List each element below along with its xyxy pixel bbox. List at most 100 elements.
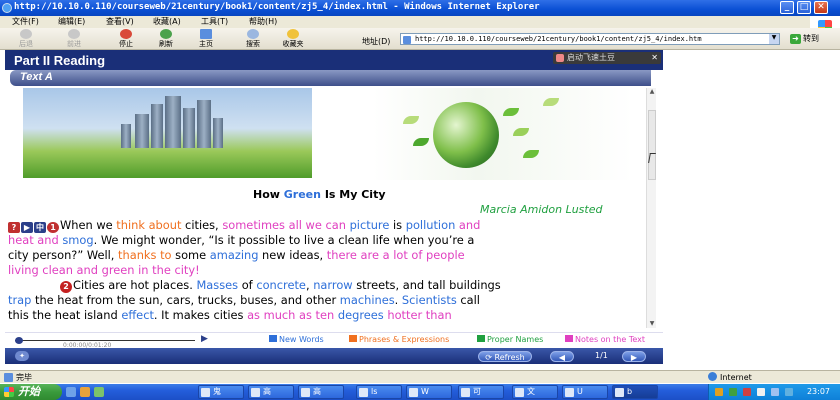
refresh-page-button[interactable]: ⟳ Refresh <box>478 351 532 362</box>
stop-button[interactable]: 停止 <box>114 29 138 48</box>
taskbar-item[interactable]: 可 <box>458 385 504 399</box>
taskbar-item[interactable]: 鬼 <box>198 385 244 399</box>
author-name[interactable]: Marcia Amidon Lusted <box>480 203 602 216</box>
back-label: 后退 <box>19 40 33 48</box>
new-word[interactable]: degrees <box>338 308 384 322</box>
play-icon[interactable]: ▶ <box>21 222 33 233</box>
page-header: Part II Reading 启动飞速土豆 ✕ <box>5 50 663 70</box>
question-icon[interactable]: ? <box>8 222 20 233</box>
forward-button[interactable]: 前进 <box>62 29 86 48</box>
page-navigation-bar: ✦ ⟳ Refresh ◀ 1/1 ▶ <box>5 348 663 364</box>
seek-handle[interactable] <box>15 337 23 344</box>
start-button[interactable]: 开始 <box>0 384 62 400</box>
menu-file[interactable]: 文件(F) <box>12 16 39 28</box>
tray-icon[interactable] <box>757 388 765 396</box>
new-word[interactable]: Masses <box>196 278 238 292</box>
windows-flag-icon <box>4 387 14 397</box>
taskbar-item[interactable]: 高 <box>298 385 344 399</box>
quicklaunch-icon[interactable] <box>80 387 90 397</box>
note[interactable]: hotter than <box>387 308 451 322</box>
audio-seek-bar[interactable] <box>15 337 195 344</box>
minimize-button[interactable]: _ <box>780 1 794 14</box>
go-label: 转到 <box>803 34 819 43</box>
taskbar-item[interactable]: 文 <box>512 385 558 399</box>
close-icon[interactable]: ✕ <box>651 52 658 64</box>
note[interactable]: living clean and green in the city! <box>8 263 200 277</box>
paragraph-number-2: 2 <box>60 281 72 293</box>
page-icon <box>4 373 13 382</box>
volume-icon[interactable] <box>771 388 779 396</box>
new-word[interactable]: smog <box>62 233 93 247</box>
translate-icon[interactable]: 中 <box>34 222 46 233</box>
taskbar-item[interactable]: U <box>562 385 608 399</box>
quicklaunch-ie-icon[interactable] <box>66 387 76 397</box>
stop-icon <box>120 29 132 39</box>
launcher-button[interactable]: 启动飞速土豆 ✕ <box>553 52 661 64</box>
taskbar-item-active[interactable]: b <box>612 385 658 399</box>
maximize-button[interactable]: □ <box>797 1 811 14</box>
note[interactable]: and <box>455 218 480 232</box>
address-bar[interactable]: http://10.10.0.110/courseweb/21century/b… <box>400 33 780 45</box>
browser-toolbar: 后退 前进 停止 刷新 主页 搜索 收藏夹 地址(D) http://10.10… <box>0 28 840 50</box>
new-word[interactable]: Green <box>284 188 321 201</box>
new-word[interactable]: narrow <box>313 278 352 292</box>
scroll-down-icon[interactable]: ▼ <box>647 320 657 328</box>
new-word[interactable]: Scientists <box>402 293 457 307</box>
taskbar-item[interactable]: ls <box>356 385 402 399</box>
menu-help[interactable]: 帮助(H) <box>249 16 277 28</box>
menu-edit[interactable]: 编辑(E) <box>58 16 85 28</box>
search-label: 搜索 <box>246 40 260 48</box>
taskbar-item[interactable]: W <box>406 385 452 399</box>
quicklaunch-icon[interactable] <box>94 387 104 397</box>
close-button[interactable]: ✕ <box>814 1 828 14</box>
globe-icon <box>708 372 717 381</box>
refresh-icon <box>160 29 172 39</box>
refresh-toolbar-button[interactable]: 刷新 <box>154 29 178 48</box>
new-word[interactable]: amazing <box>210 248 259 262</box>
page-icon <box>403 36 411 44</box>
back-button[interactable]: 后退 <box>14 29 38 48</box>
note[interactable]: heat and <box>8 233 59 247</box>
stop-label: 停止 <box>119 40 133 48</box>
menu-favorites[interactable]: 收藏(A) <box>153 16 181 28</box>
chevron-down-icon[interactable]: ▼ <box>769 34 779 44</box>
new-word[interactable]: pollution <box>406 218 456 232</box>
previous-page-button[interactable]: ◀ <box>550 351 574 362</box>
address-url[interactable]: http://10.10.0.110/courseweb/21century/b… <box>415 35 702 43</box>
note[interactable]: there are a lot of people <box>327 248 465 262</box>
note[interactable]: as much as ten <box>247 308 334 322</box>
note[interactable]: sometimes all we can <box>222 218 346 232</box>
go-button[interactable]: ➜ 转到 <box>790 33 819 44</box>
favorites-button[interactable]: 收藏夹 <box>277 29 309 48</box>
home-button[interactable]: 主页 <box>194 29 218 48</box>
phrase[interactable]: think about <box>116 218 181 232</box>
launcher-icon <box>556 54 564 62</box>
tray-icon[interactable] <box>715 388 723 396</box>
clock[interactable]: 23:07 <box>807 387 830 396</box>
new-word[interactable]: machines <box>340 293 395 307</box>
audio-play-button[interactable]: ▶ <box>201 334 208 344</box>
legend-new-words: New Words <box>269 335 324 344</box>
search-icon <box>247 29 259 39</box>
content-scrollbar[interactable]: ▲ ▼ <box>646 88 656 328</box>
menu-view[interactable]: 查看(V) <box>106 16 134 28</box>
window-title-bar: http://10.10.0.110/courseweb/21century/b… <box>0 0 840 16</box>
taskbar-item[interactable]: 高 <box>248 385 294 399</box>
scrollbar-thumb[interactable] <box>648 110 656 180</box>
tray-icon[interactable] <box>729 388 737 396</box>
refresh-toolbar-label: 刷新 <box>159 40 173 48</box>
network-icon[interactable] <box>785 388 793 396</box>
gear-icon[interactable]: ✦ <box>15 351 29 361</box>
new-word[interactable]: concrete <box>256 278 306 292</box>
phrase[interactable]: thanks to <box>118 248 171 262</box>
new-word[interactable]: picture <box>350 218 390 232</box>
menu-tools[interactable]: 工具(T) <box>201 16 228 28</box>
tray-icon[interactable] <box>743 388 751 396</box>
forward-label: 前进 <box>67 40 81 48</box>
scroll-up-icon[interactable]: ▲ <box>647 88 657 96</box>
city-photo <box>23 88 312 178</box>
new-word[interactable]: trap <box>8 293 31 307</box>
search-button[interactable]: 搜索 <box>241 29 265 48</box>
next-page-button[interactable]: ▶ <box>622 351 646 362</box>
new-word[interactable]: effect <box>121 308 154 322</box>
